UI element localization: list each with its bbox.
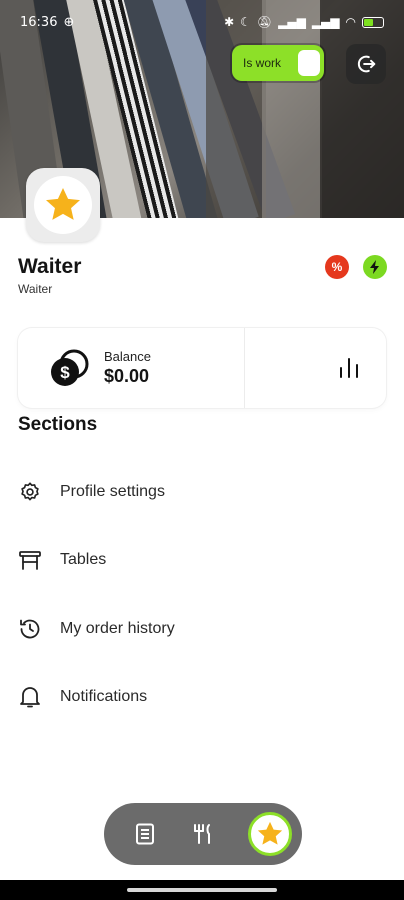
table-icon <box>19 551 41 570</box>
menu-item-tables[interactable]: Tables <box>18 540 386 580</box>
balance-label: Balance <box>104 349 151 364</box>
orders-icon <box>136 823 154 845</box>
percent-icon: % <box>331 260 343 274</box>
nav-orders-button[interactable] <box>132 821 158 847</box>
power-badge[interactable] <box>363 255 387 279</box>
signal-icon: ▂▄▆ <box>278 15 306 29</box>
wifi-icon: ◠ <box>345 15 356 29</box>
home-indicator[interactable] <box>127 888 277 892</box>
gesture-area <box>0 880 404 900</box>
menu-item-order-history[interactable]: My order history <box>18 609 386 649</box>
stats-button[interactable] <box>245 328 386 408</box>
avatar[interactable] <box>26 168 100 242</box>
bottom-navigation <box>104 803 302 865</box>
history-icon <box>20 619 40 639</box>
menu-item-notifications[interactable]: Notifications <box>18 677 386 717</box>
bell-icon <box>20 687 40 708</box>
discount-badge[interactable]: % <box>325 255 349 279</box>
status-time: 16:36 <box>20 14 58 30</box>
nav-profile-button[interactable] <box>248 812 292 856</box>
work-toggle-label: Is work <box>243 56 282 70</box>
balance-card[interactable]: $ Balance $0.00 <box>18 328 386 408</box>
balance-amount: $0.00 <box>104 366 150 386</box>
profile-role: Waiter <box>18 282 53 296</box>
toggle-knob <box>298 50 320 76</box>
star-icon <box>257 821 283 845</box>
menu-item-profile-settings[interactable]: Profile settings <box>18 472 386 512</box>
bluetooth-icon: ✱ <box>224 15 235 29</box>
signal-icon-2: ▂▄▆ <box>311 15 340 29</box>
mute-icon: 🔕︎ <box>256 15 273 29</box>
battery-icon <box>362 16 384 28</box>
nav-menu-button[interactable] <box>190 821 216 847</box>
status-bar: 16:36 ⊕ ✱ ☾ 🔕︎ ▂▄▆ ▂▄▆ ◠ <box>0 0 404 44</box>
logout-button[interactable] <box>346 44 386 84</box>
cutlery-icon <box>194 824 210 844</box>
menu-item-label: Tables <box>60 551 107 568</box>
bar-chart-icon <box>340 358 358 378</box>
menu-item-label: My order history <box>60 620 175 637</box>
logout-icon <box>357 55 376 73</box>
lightning-icon <box>370 260 379 274</box>
menu-item-label: Profile settings <box>60 483 165 500</box>
sync-icon: ⊕ <box>63 14 75 30</box>
svg-text:$: $ <box>60 363 70 382</box>
moon-icon: ☾ <box>240 15 251 29</box>
sections-title: Sections <box>18 414 98 435</box>
coins-icon: $ <box>51 349 89 386</box>
gear-icon <box>21 482 39 501</box>
profile-name: Waiter <box>18 255 82 278</box>
star-icon <box>46 188 80 220</box>
work-status-toggle[interactable]: Is work <box>232 45 324 81</box>
menu-item-label: Notifications <box>60 688 148 705</box>
